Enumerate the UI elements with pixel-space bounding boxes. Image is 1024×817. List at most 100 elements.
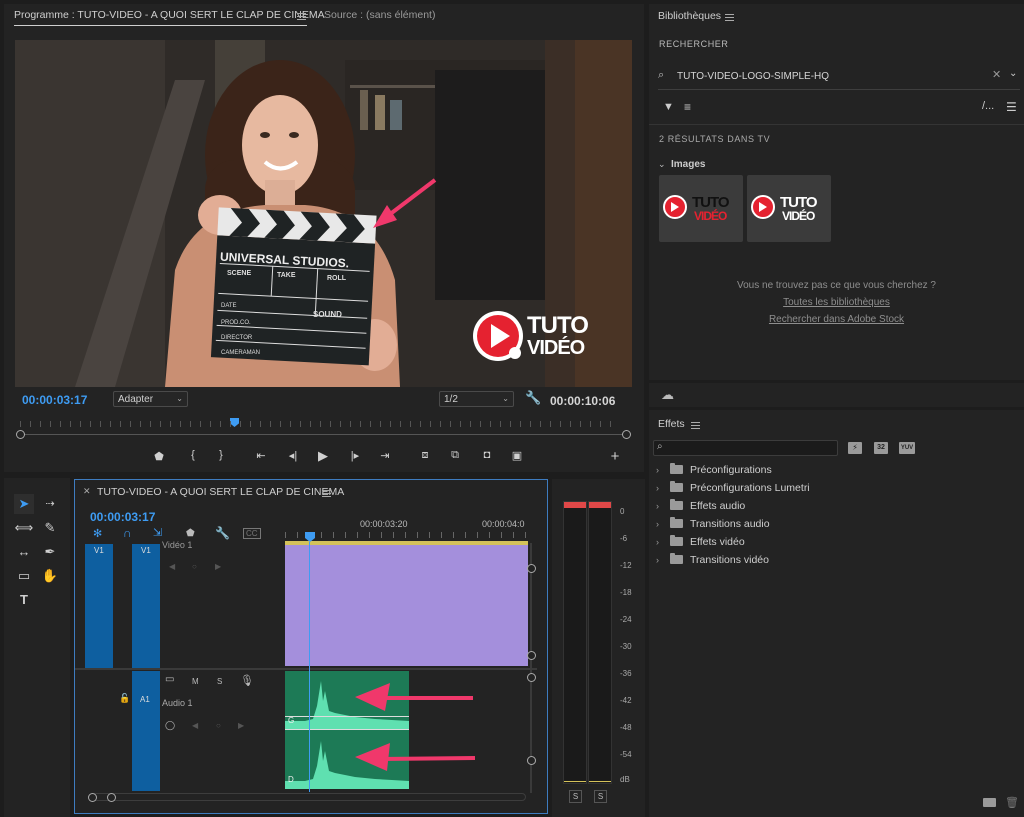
effects-tree-item[interactable]: › Préconfigurations <box>656 462 772 478</box>
prev-keyframe-icon[interactable]: ◀ <box>192 721 198 730</box>
peak-indicator-left[interactable] <box>564 502 586 508</box>
library-thumbnail[interactable]: TUTO VIDÉO <box>659 175 743 242</box>
selection-tool-icon[interactable]: ➤ <box>14 494 34 514</box>
effects-tree-item[interactable]: › Transitions audio <box>656 516 770 532</box>
quality-select[interactable]: 1/2 ⌄ <box>439 391 514 407</box>
video-clip[interactable] <box>285 543 528 666</box>
scrubber-track[interactable] <box>20 434 627 435</box>
accelerated-effects-icon[interactable]: ⚡ <box>848 442 862 454</box>
peak-indicator-right[interactable] <box>589 502 611 508</box>
next-keyframe-icon[interactable]: ▶ <box>215 562 221 571</box>
mute-button[interactable]: M <box>192 677 199 686</box>
mark-out-icon[interactable]: } <box>212 449 230 461</box>
add-button-icon[interactable]: + <box>606 448 624 465</box>
timeline-playhead-line[interactable] <box>309 542 310 792</box>
scrubber-end-handle[interactable] <box>622 430 631 439</box>
film-icon[interactable]: ▭ <box>165 674 174 685</box>
wrench-icon[interactable]: 🔧 <box>525 390 541 406</box>
close-icon[interactable]: ✕ <box>83 486 91 497</box>
library-thumbnail[interactable]: TUTO VIDÉO <box>747 175 831 242</box>
razor-tool-icon[interactable]: ✎ <box>40 518 60 538</box>
captions-icon[interactable]: CC <box>243 528 261 539</box>
effects-tree-item[interactable]: › Effets vidéo <box>656 534 745 550</box>
rectangle-tool-icon[interactable]: ▭ <box>14 566 34 586</box>
effects-tree-item[interactable]: › Préconfigurations Lumetri <box>656 480 810 496</box>
libraries-menu-icon[interactable] <box>725 14 734 21</box>
nest-icon[interactable]: ✻ <box>93 527 102 540</box>
step-forward-icon[interactable]: |▸ <box>346 449 364 462</box>
type-tool-icon[interactable]: T <box>14 590 34 610</box>
zoom-handle-right[interactable] <box>107 793 116 802</box>
cloud-icon[interactable]: ☁ <box>661 387 674 403</box>
effects-tree-item[interactable]: › Transitions vidéo <box>656 552 769 568</box>
yuv-effects-icon[interactable]: YUV <box>899 442 915 454</box>
tab-program[interactable]: Programme : TUTO-VIDEO - A QUOI SERT LE … <box>14 9 325 21</box>
scroll-handle[interactable] <box>527 564 536 573</box>
effects-search-input[interactable]: ⌕ <box>653 440 838 456</box>
timeline-tab-title[interactable]: TUTO-VIDEO - A QUOI SERT LE CLAP DE CINE… <box>97 486 344 498</box>
solo-right-button[interactable]: S <box>594 790 607 803</box>
scrubber-start-handle[interactable] <box>16 430 25 439</box>
snap-icon[interactable]: ∩ <box>123 526 132 540</box>
go-to-out-icon[interactable]: ⇥ <box>376 449 394 462</box>
scroll-handle[interactable] <box>527 673 536 682</box>
track-source-v1[interactable] <box>85 544 113 668</box>
zoom-select[interactable]: Adapter ⌄ <box>113 391 188 407</box>
scroll-handle[interactable] <box>527 756 536 765</box>
clear-search-icon[interactable]: ✕ <box>992 68 1001 81</box>
overwrite-icon[interactable]: ⧉ <box>446 449 464 462</box>
timeline-timecode[interactable]: 00:00:03:17 <box>90 510 155 524</box>
hand-tool-icon[interactable]: ✋ <box>40 566 60 586</box>
list-view-icon[interactable]: /... <box>982 100 994 112</box>
link-all-libraries[interactable]: Toutes les bibliothèques <box>649 297 1024 308</box>
32-bit-effects-icon[interactable]: 32 <box>874 442 888 454</box>
link-adobe-stock[interactable]: Rechercher dans Adobe Stock <box>649 314 1024 325</box>
volume-keyframe-icon[interactable]: ◯ <box>165 720 175 731</box>
add-keyframe-icon[interactable]: ○ <box>192 562 197 571</box>
effects-tree-item[interactable]: › Effets audio <box>656 498 745 514</box>
solo-left-button[interactable]: S <box>569 790 582 803</box>
search-input[interactable]: TUTO-VIDEO-LOGO-SIMPLE-HQ <box>677 71 829 82</box>
timeline-menu-icon[interactable] <box>322 490 331 497</box>
play-button-icon[interactable]: ▶ <box>314 448 332 464</box>
zoom-handle-left[interactable] <box>88 793 97 802</box>
libraries-title[interactable]: Bibliothèques <box>658 10 721 22</box>
marker-icon[interactable]: ⬟ <box>150 450 168 463</box>
mark-in-icon[interactable]: { <box>184 449 202 461</box>
next-keyframe-icon[interactable]: ▶ <box>238 721 244 730</box>
slip-tool-icon[interactable]: ↔ <box>14 542 34 562</box>
ripple-edit-tool-icon[interactable]: ⟺ <box>14 518 34 538</box>
detail-view-icon[interactable]: ☰ <box>1006 100 1017 114</box>
microphone-icon[interactable]: 🎙 <box>240 674 254 687</box>
zoom-scrollbar[interactable] <box>90 793 526 801</box>
sort-icon[interactable]: ≡ <box>684 100 691 114</box>
camera-icon[interactable]: ◘ <box>478 449 496 461</box>
compare-view-icon[interactable]: ▣ <box>508 449 526 462</box>
insert-icon[interactable]: ⧈ <box>416 449 434 462</box>
add-keyframe-icon[interactable]: ○ <box>216 721 221 730</box>
track-target-v1[interactable] <box>132 544 160 668</box>
new-bin-icon[interactable] <box>983 798 996 807</box>
effects-title[interactable]: Effets <box>658 418 685 430</box>
effects-menu-icon[interactable] <box>691 422 700 429</box>
chevron-down-icon[interactable]: ⌄ <box>1009 68 1017 79</box>
trash-icon[interactable]: 🗑 <box>1005 796 1019 809</box>
tab-source[interactable]: Source : (sans élément) <box>324 9 435 21</box>
add-marker-icon[interactable]: ⬟ <box>186 528 195 539</box>
section-images-label[interactable]: Images <box>671 159 705 170</box>
program-menu-icon[interactable] <box>297 13 306 20</box>
prev-keyframe-icon[interactable]: ◀ <box>169 562 175 571</box>
linked-selection-icon[interactable]: ⇲ <box>153 526 162 539</box>
section-images-chevron-icon[interactable]: ⌄ <box>658 159 666 170</box>
filter-icon[interactable]: ▼ <box>663 101 674 113</box>
video-frame[interactable]: UNIVERSAL STUDIOS. SCENE TAKE ROLL DATE … <box>15 40 632 387</box>
pen-tool-icon[interactable]: ✒ <box>40 542 60 562</box>
step-back-icon[interactable]: ◂| <box>284 449 302 462</box>
go-to-in-icon[interactable]: ⇤ <box>252 449 270 462</box>
solo-button[interactable]: S <box>217 677 222 686</box>
program-timecode-current[interactable]: 00:00:03:17 <box>22 393 87 407</box>
track-select-tool-icon[interactable]: ⇢ <box>40 494 60 514</box>
lock-icon[interactable]: 🔓 <box>119 693 130 704</box>
scroll-handle[interactable] <box>527 651 536 660</box>
timeline-settings-icon[interactable]: 🔧 <box>215 526 230 540</box>
